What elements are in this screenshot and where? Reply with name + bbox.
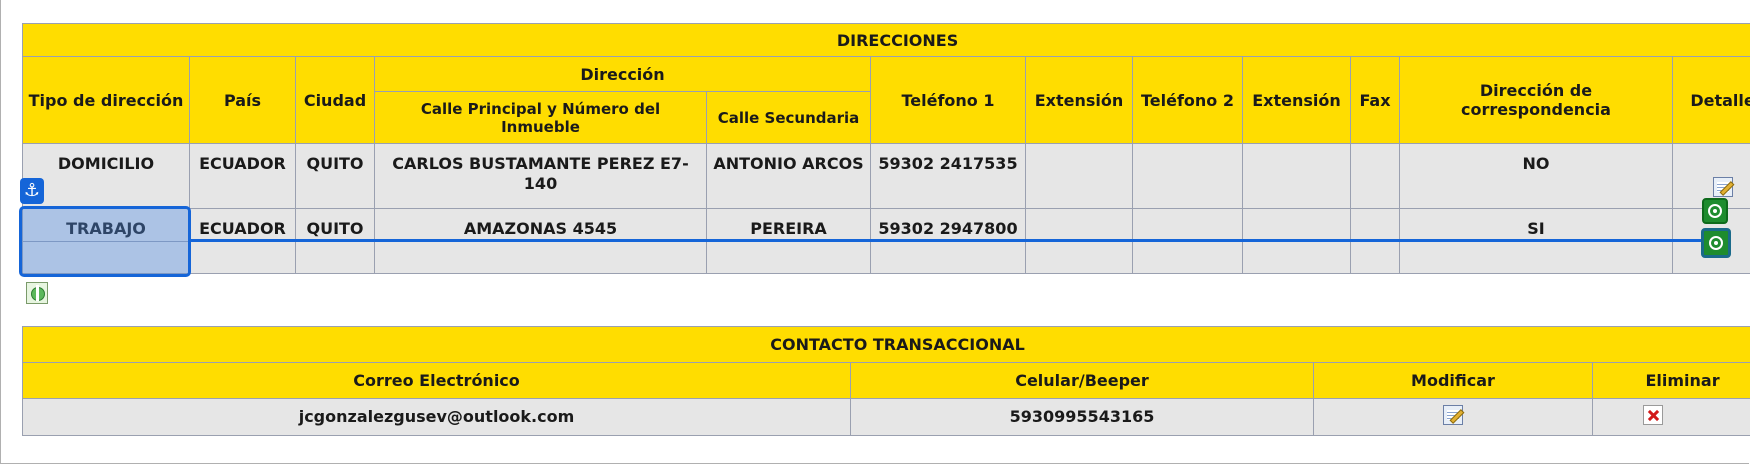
- cell-calle-secundaria: ANTONIO ARCOS: [706, 143, 871, 209]
- cell-empty: [374, 241, 707, 274]
- cell-pais: ECUADOR: [189, 143, 296, 209]
- header-direccion: Dirección: [374, 56, 871, 92]
- header-fax: Fax: [1350, 56, 1400, 144]
- cell-extension2: [1242, 143, 1351, 209]
- cell-empty: [1399, 241, 1673, 274]
- header-pais: País: [189, 56, 296, 144]
- cell-empty: [189, 241, 296, 274]
- target-icon[interactable]: [1701, 228, 1731, 258]
- anchor-icon: ⚓: [20, 178, 44, 204]
- selection-highlight: [19, 206, 191, 277]
- cell-correspondencia: SI: [1399, 208, 1673, 242]
- cell-pais: ECUADOR: [189, 208, 296, 242]
- cell-modificar: [1313, 398, 1593, 436]
- contacto-title: CONTACTO TRANSACCIONAL: [21, 326, 1750, 363]
- header-correo: Correo Electrónico: [22, 362, 851, 399]
- cell-calle-secundaria: PEREIRA: [706, 208, 871, 242]
- edit-icon[interactable]: [1712, 176, 1733, 197]
- header-calle-secundaria: Calle Secundaria: [706, 91, 871, 144]
- header-eliminar: Eliminar: [1591, 362, 1750, 399]
- header-correspondencia: Dirección de correspondencia: [1399, 56, 1673, 144]
- header-tipo: Tipo de dirección: [22, 56, 190, 144]
- cell-calle-principal: AMAZONAS 4545: [374, 208, 707, 242]
- header-modificar: Modificar: [1313, 362, 1593, 399]
- cell-correspondencia: NO: [1399, 143, 1673, 209]
- header-calle-principal: Calle Principal y Número del Inmueble: [374, 91, 707, 144]
- cell-telefono2: [1132, 143, 1243, 209]
- cell-empty: [706, 241, 871, 274]
- header-detalle: Detalle: [1671, 56, 1750, 144]
- cell-fax: [1350, 143, 1400, 209]
- cell-telefono1: 59302 2417535: [870, 143, 1026, 209]
- header-extension1: Extensión: [1025, 56, 1133, 144]
- header-telefono2: Teléfono 2: [1132, 56, 1243, 144]
- table-row: jcgonzalezgusev@outlook.com 593099554316…: [22, 398, 1750, 436]
- cell-tipo: DOMICILIO: [22, 143, 190, 209]
- cell-eliminar: [1591, 398, 1750, 436]
- cell-ciudad: QUITO: [295, 143, 375, 209]
- cell-empty: [295, 241, 375, 274]
- add-address-icon[interactable]: [26, 282, 48, 304]
- header-extension2: Extensión: [1242, 56, 1351, 144]
- header-telefono1: Teléfono 1: [870, 56, 1026, 144]
- direcciones-table: DIRECCIONES Tipo de dirección País Ciuda…: [21, 23, 1750, 274]
- cell-celular: 5930995543165: [850, 398, 1314, 436]
- header-ciudad: Ciudad: [295, 56, 375, 144]
- contacto-table: CONTACTO TRANSACCIONAL Correo Electrónic…: [21, 326, 1750, 436]
- connector-line: [190, 239, 1714, 242]
- cell-correo: jcgonzalezgusev@outlook.com: [22, 398, 851, 436]
- edit-icon[interactable]: [1443, 404, 1463, 425]
- direcciones-title: DIRECCIONES: [21, 23, 1750, 57]
- header-celular: Celular/Beeper: [850, 362, 1314, 399]
- target-icon[interactable]: [1702, 198, 1728, 224]
- table-row: DOMICILIO ECUADOR QUITO CARLOS BUSTAMANT…: [22, 143, 1750, 209]
- cell-calle-principal: CARLOS BUSTAMANTE PEREZ E7-140: [374, 143, 707, 209]
- table-row: TRABAJO ECUADOR QUITO AMAZONAS 4545 PERE…: [22, 208, 1750, 274]
- delete-icon[interactable]: [1642, 404, 1663, 425]
- cell-ciudad: QUITO: [295, 208, 375, 242]
- cell-extension1: [1025, 143, 1133, 209]
